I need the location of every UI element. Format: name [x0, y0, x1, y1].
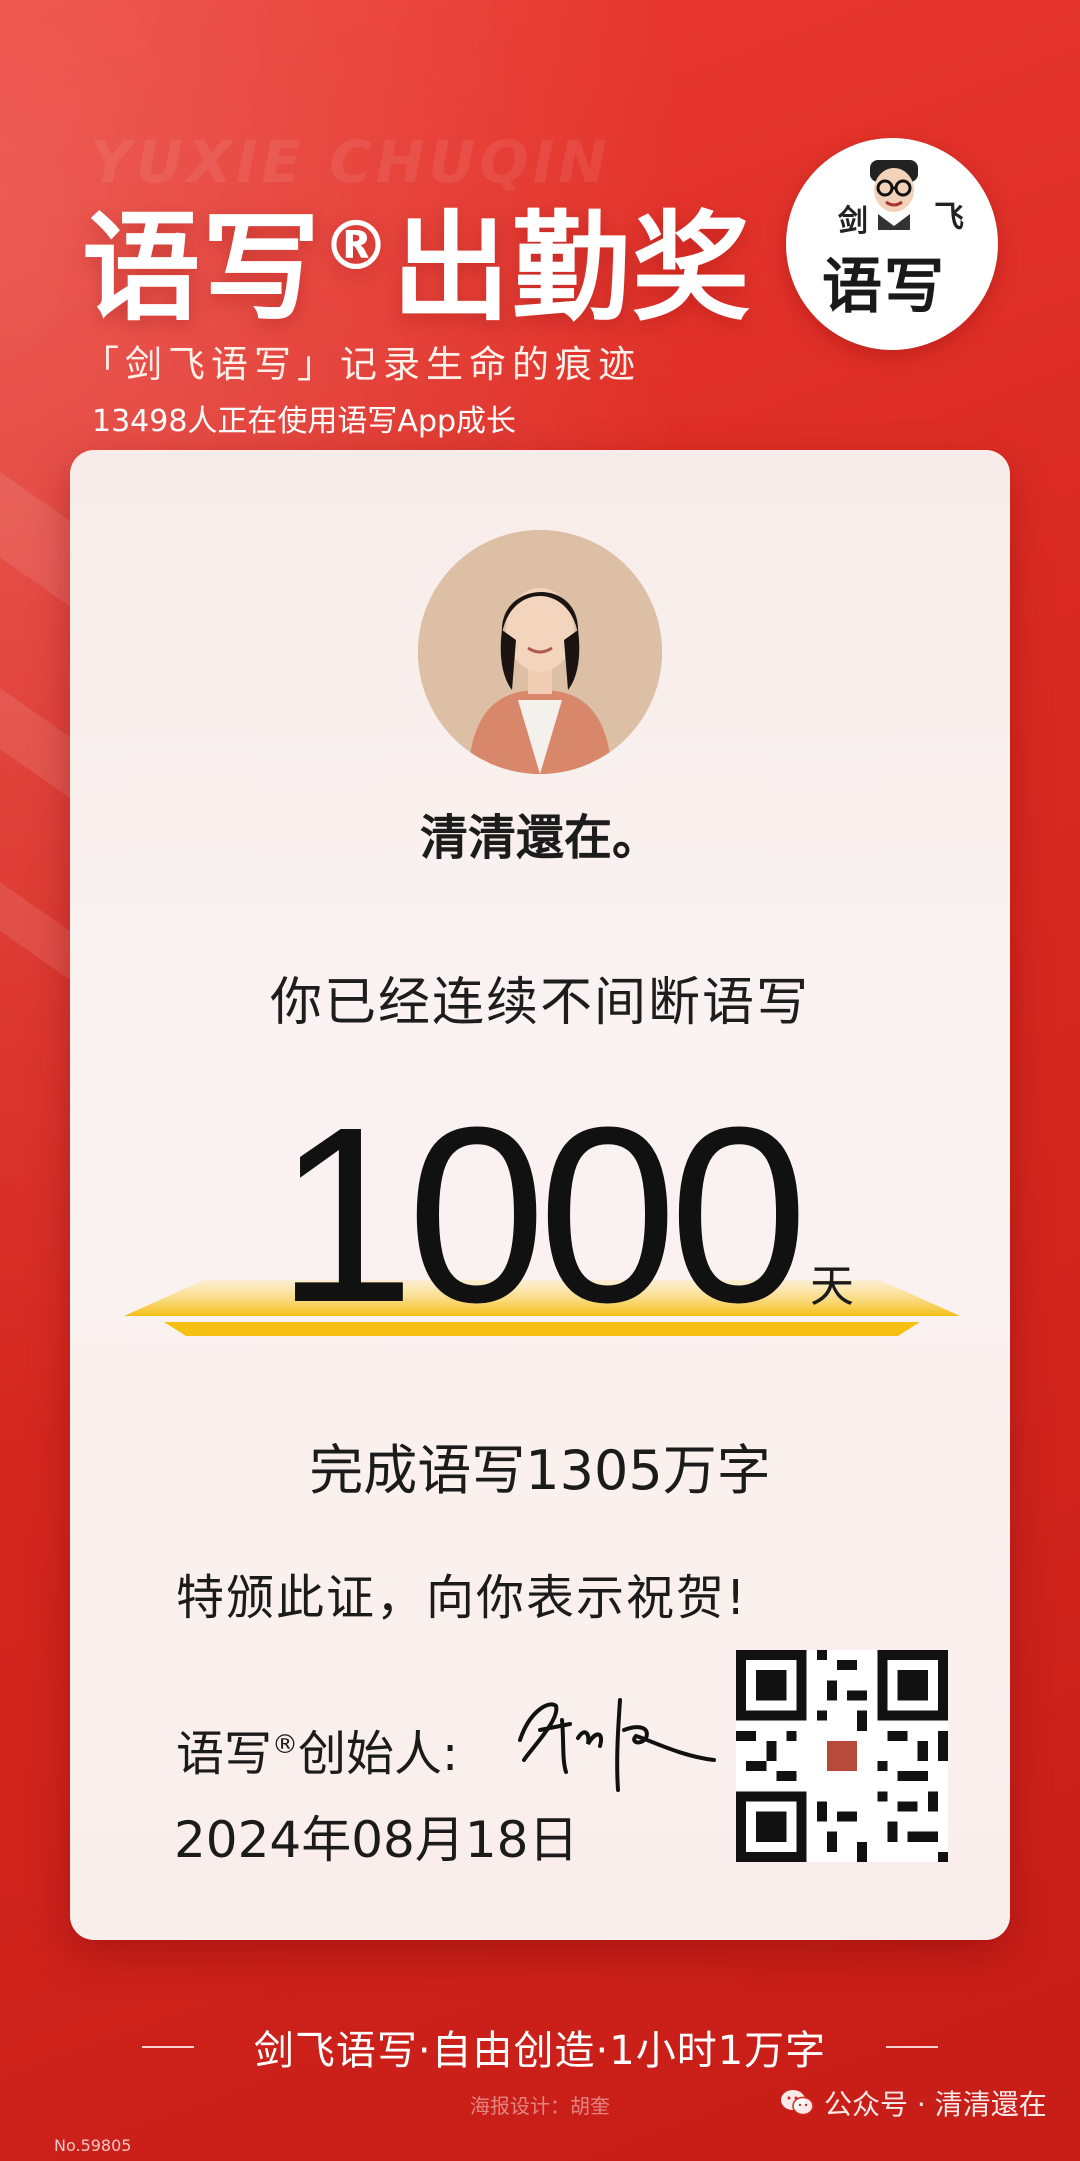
poster: YUXIE CHUQIN 语写®出勤奖 「剑飞语写」记录生命的痕迹 13498人…	[0, 0, 1080, 2161]
divider	[142, 2046, 194, 2048]
founder-registered-mark: ®	[272, 1730, 299, 1760]
divider	[885, 2046, 938, 2048]
registered-mark: ®	[322, 207, 393, 286]
watermark-text: 公众号 · 清清還在	[824, 2088, 1047, 2121]
slogan: 「剑飞语写」记录生命的痕迹	[82, 343, 641, 386]
wechat-icon	[781, 2090, 814, 2116]
user-count: 13498人正在使用语写App成长	[92, 404, 517, 439]
certificate-card: 清清還在。 你已经连续不间断语写 1000 天 完成语写1305万字 特颁此证，…	[70, 450, 1010, 1940]
footer-tagline: 剑飞语写·自由创造·1小时1万字	[253, 2028, 827, 2074]
serial-number: No.59805	[54, 2136, 132, 2155]
title-tail: 出勤奖	[392, 199, 753, 337]
poster-title: 语写®出勤奖	[82, 172, 752, 343]
words-count: 完成语写1305万字	[309, 1439, 771, 1502]
issue-date: 2024年08月18日	[174, 1811, 579, 1869]
wechat-watermark: 公众号 · 清清還在	[780, 2083, 1047, 2123]
logo-char-right: 飞	[934, 200, 964, 235]
founder-brand: 语写	[176, 1726, 273, 1782]
founder-signature	[518, 1698, 716, 1792]
brand-logo: 剑 飞 语写	[786, 138, 998, 350]
portrait-image	[418, 530, 662, 774]
avatar	[418, 530, 662, 774]
title-main: 语写	[82, 199, 323, 337]
days-number: 1000	[276, 1075, 808, 1354]
logo-char-left: 剑	[838, 204, 868, 239]
streak-text: 你已经连续不间断语写	[269, 973, 810, 1033]
recipient-name: 清清還在。	[419, 810, 660, 866]
days-unit: 天	[810, 1261, 854, 1312]
logo-wordmark: 语写	[822, 252, 946, 322]
qr-code-icon[interactable]	[736, 1650, 948, 1862]
founder-cartoon-icon	[870, 160, 918, 230]
founder-label: 语写®创始人:	[176, 1714, 458, 1784]
founder-title: 创始人:	[298, 1726, 459, 1782]
footer-tagline-row: 剑飞语写·自由创造·1小时1万字	[142, 2018, 938, 2076]
congrats-text: 特颁此证，向你表示祝贺!	[176, 1570, 748, 1626]
